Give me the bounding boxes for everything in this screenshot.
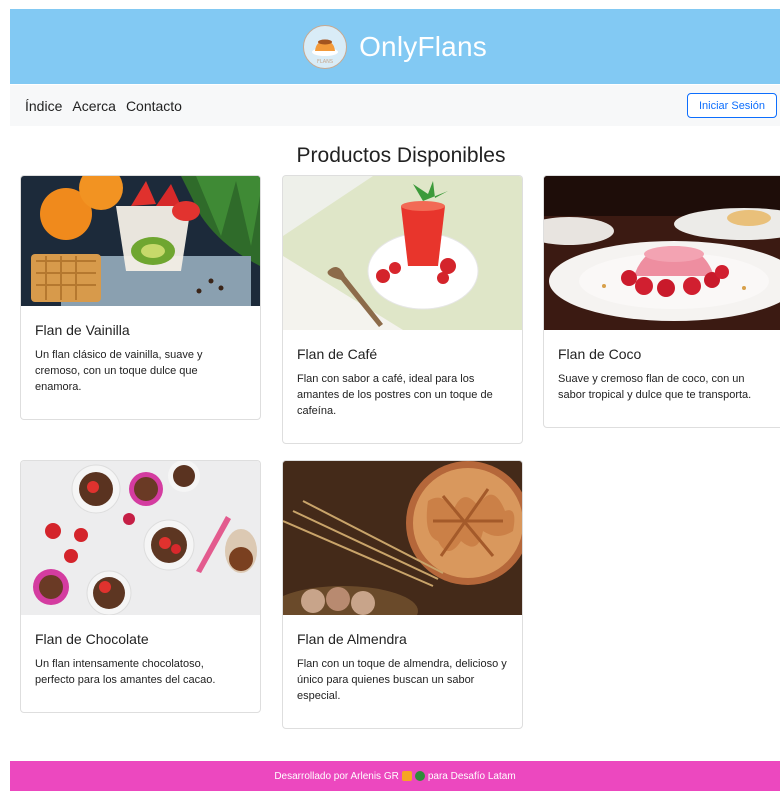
svg-text:FLANS: FLANS <box>317 59 333 65</box>
product-card-chocolate[interactable]: Flan de Chocolate Un flan intensamente c… <box>20 460 261 713</box>
chocolate-dessert-photo <box>21 461 260 615</box>
product-card-cafe[interactable]: Flan de Café Flan con sabor a café, idea… <box>282 175 523 444</box>
card-body: Flan de Café Flan con sabor a café, idea… <box>283 330 522 435</box>
flan-emoji-icon <box>401 771 412 781</box>
site-footer: Desarrollado por Arlenis GR para Desafío… <box>10 761 780 791</box>
product-title: Flan de Café <box>297 346 378 362</box>
site-header: FLANS OnlyFlans <box>10 9 780 84</box>
gear-emoji-icon <box>414 771 425 781</box>
nav-link-acerca[interactable]: Acerca <box>72 98 116 114</box>
product-description: Un flan clásico de vainilla, suave y cre… <box>35 349 203 393</box>
footer-text-org: para Desafío Latam <box>427 770 516 782</box>
login-button[interactable]: Iniciar Sesión <box>686 93 777 118</box>
footer-text-author: Desarrollado por Arlenis GR <box>274 770 399 782</box>
product-description: Un flan intensamente chocolatoso, perfec… <box>35 658 216 686</box>
card-body: Flan de Almendra Flan con un toque de al… <box>283 615 522 720</box>
card-body: Flan de Coco Suave y cremoso flan de coc… <box>544 330 780 419</box>
navbar: Índice Acerca Contacto Iniciar Sesión <box>10 85 780 126</box>
nav-link-contacto[interactable]: Contacto <box>126 98 182 114</box>
product-title: Flan de Chocolate <box>35 631 149 647</box>
coffee-dessert-photo <box>283 176 522 330</box>
product-card-vainilla[interactable]: Flan de Vainilla Un flan clásico de vain… <box>20 175 261 420</box>
vanilla-dessert-photo <box>21 176 260 306</box>
brand-name: OnlyFlans <box>359 30 487 62</box>
product-description: Flan con sabor a café, ideal para los am… <box>297 373 493 417</box>
product-card-coco[interactable]: Flan de Coco Suave y cremoso flan de coc… <box>543 175 780 428</box>
product-card-almendra[interactable]: Flan de Almendra Flan con un toque de al… <box>282 460 523 729</box>
nav-links: Índice Acerca Contacto <box>25 98 182 114</box>
product-title: Flan de Coco <box>558 346 642 362</box>
almond-pie-photo <box>283 461 522 615</box>
brand[interactable]: FLANS OnlyFlans <box>303 24 487 69</box>
page-title: Productos Disponibles <box>296 144 506 167</box>
coconut-dessert-photo <box>544 176 780 330</box>
product-title: Flan de Vainilla <box>35 322 130 338</box>
nav-link-indice[interactable]: Índice <box>25 98 62 114</box>
product-description: Suave y cremoso flan de coco, con un sab… <box>558 373 752 401</box>
card-body: Flan de Chocolate Un flan intensamente c… <box>21 615 260 704</box>
flan-logo-icon: FLANS <box>303 24 348 69</box>
product-description: Flan con un toque de almendra, delicioso… <box>297 658 507 702</box>
product-title: Flan de Almendra <box>297 631 407 647</box>
card-body: Flan de Vainilla Un flan clásico de vain… <box>21 306 260 411</box>
